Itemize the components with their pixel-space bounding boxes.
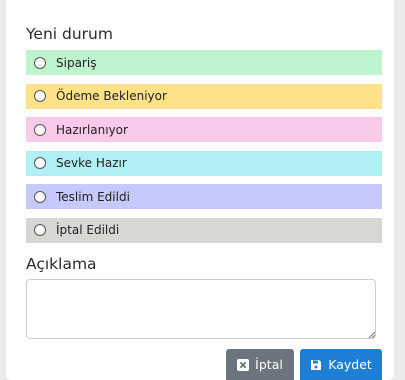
floppy-disk-icon [311, 359, 322, 370]
close-box-icon [237, 358, 250, 371]
radio-button[interactable] [34, 190, 46, 203]
status-option-label: İptal Edildi [56, 223, 120, 238]
status-option-label: Sipariş [56, 55, 97, 70]
description-textarea[interactable] [26, 279, 376, 339]
status-option-label: Teslim Edildi [56, 189, 130, 204]
radio-button[interactable] [34, 90, 46, 103]
status-options-list: Sipariş Ödeme Bekleniyor Hazırlanıyor Se… [26, 50, 382, 252]
status-option-label: Hazırlanıyor [56, 122, 128, 137]
status-option-label: Ödeme Bekleniyor [56, 89, 167, 104]
save-button[interactable]: Kaydet [300, 349, 382, 380]
radio-button[interactable] [34, 224, 46, 237]
status-option-label: Sevke Hazır [56, 156, 127, 171]
status-option-iptal-edildi[interactable]: İptal Edildi [26, 217, 382, 243]
status-option-hazirlaniyor[interactable]: Hazırlanıyor [26, 117, 382, 143]
status-option-teslim-edildi[interactable]: Teslim Edildi [26, 184, 382, 210]
status-option-siparis[interactable]: Sipariş [26, 50, 382, 75]
new-status-title: Yeni durum [26, 25, 113, 43]
status-option-sevke-hazir[interactable]: Sevke Hazır [26, 150, 382, 176]
resize-grip-icon[interactable] [368, 331, 375, 338]
status-change-panel: Yeni durum Sipariş Ödeme Bekleniyor Hazı… [6, 0, 394, 380]
cancel-button[interactable]: İptal [226, 349, 294, 380]
description-title: Açıklama [26, 255, 97, 273]
cancel-label: İptal [255, 357, 283, 372]
radio-button[interactable] [34, 123, 46, 136]
radio-button[interactable] [34, 157, 46, 170]
save-label: Kaydet [328, 357, 372, 372]
radio-button[interactable] [34, 56, 46, 69]
status-option-odeme-bekleniyor[interactable]: Ödeme Bekleniyor [26, 83, 382, 109]
